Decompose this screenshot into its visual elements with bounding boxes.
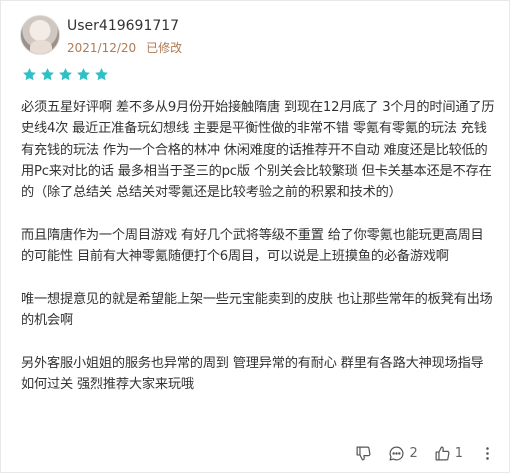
modified-badge: 已修改 [146,41,183,55]
thumbs-down-icon [356,446,371,461]
like-count: 1 [454,446,463,461]
review-date: 2021/12/20 [67,40,137,55]
review-body: 必须五星好评啊 差不多从9月份开始接触隋唐 到现在12月底了 3个月的时间通了历… [21,97,496,416]
review-actions: 2 1 [339,445,496,462]
star-icon [77,68,90,81]
review-paragraph: 必须五星好评啊 差不多从9月份开始接触隋唐 到现在12月底了 3个月的时间通了历… [21,100,495,201]
more-icon [486,447,489,460]
comment-icon [389,446,404,461]
review-paragraph: 唯一想提意见的就是希望能上架一些元宝能卖到的皮肤 也让那些常年的板凳有出场的机会… [21,291,493,328]
review-card: User419691717 2021/12/20 已修改 必须五星好评啊 差不多… [0,0,510,473]
star-icon [41,68,54,81]
meta-row: 2021/12/20 已修改 [67,39,182,56]
review-header: User419691717 2021/12/20 已修改 [20,15,182,56]
user-meta: User419691717 2021/12/20 已修改 [67,15,182,56]
review-paragraph: 而且隋唐作为一个周目游戏 有好几个武将等级不重置 给了你零氪也能玩更高周目的可能… [21,227,484,265]
comment-count: 2 [409,446,418,461]
thumbs-up-icon [435,446,450,461]
like-button[interactable]: 1 [434,445,463,462]
username[interactable]: User419691717 [67,16,182,36]
star-icon [95,68,108,81]
avatar[interactable] [20,15,60,55]
dislike-button[interactable] [355,445,372,462]
star-rating [22,67,112,82]
star-icon [23,68,36,81]
more-options-button[interactable] [479,445,496,462]
review-paragraph: 另外客服小姐姐的服务也异常的周到 管理异常的有耐心 群里有各路大神现场指导如何过… [21,355,484,392]
comment-button[interactable]: 2 [388,445,418,462]
star-icon [59,68,72,81]
